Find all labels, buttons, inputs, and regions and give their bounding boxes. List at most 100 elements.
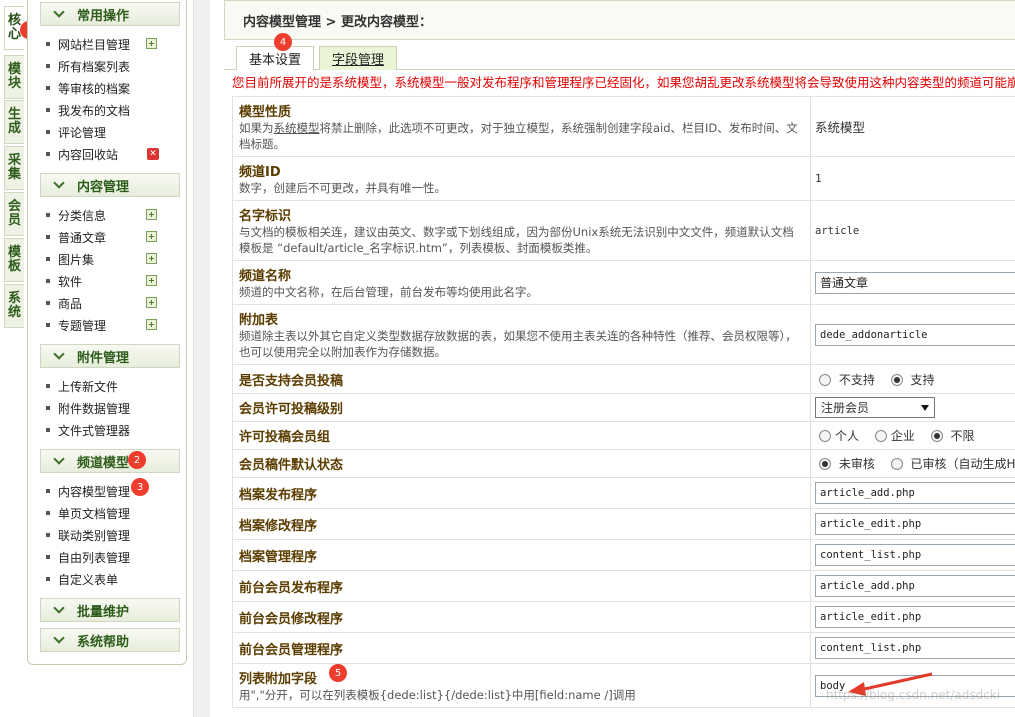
left-tab-members[interactable]: 会员: [4, 192, 24, 236]
field-description: 如果为系统模型将禁止删除，此选项不可更改，对于独立模型，系统强制创建字段aid、…: [239, 121, 798, 151]
menu-item-pending-archives[interactable]: 等审核的档案: [46, 78, 130, 98]
chevron-down-icon: [53, 6, 65, 18]
form-row-post-group: 许可投稿会员组 个人 企业 不限: [232, 421, 1015, 450]
form-row-model-type: 模型性质 如果为系统模型将禁止删除，此选项不可更改，对于独立模型，系统强制创建字…: [232, 96, 1015, 157]
front-add-input[interactable]: article_add.php: [815, 575, 1015, 597]
radio-option-reviewed[interactable]: 已审核（自动生成HT: [887, 457, 1015, 471]
channel-name-input[interactable]: 普通文章: [815, 271, 1015, 294]
radio-option-support[interactable]: 支持: [887, 373, 935, 387]
radio-button[interactable]: [819, 373, 831, 386]
edit-program-input[interactable]: article_edit.php: [815, 513, 1015, 535]
chevron-down-icon: [53, 602, 65, 614]
label-cell: 档案修改程序: [232, 508, 811, 540]
add-icon[interactable]: [146, 275, 157, 286]
chevron-down-icon: [53, 453, 65, 465]
label-cell: 会员稿件默认状态: [232, 449, 811, 478]
menu-group-common[interactable]: 常用操作: [40, 2, 180, 26]
chevron-down-icon: [53, 177, 65, 189]
menu-group-channel-models[interactable]: 频道模型: [40, 449, 180, 473]
bullet-icon: [46, 406, 50, 410]
menu-item-all-archives[interactable]: 所有档案列表: [46, 56, 130, 76]
form-row-front-manage: 前台会员管理程序 content_list.php: [232, 632, 1015, 664]
menu-item-free-lists[interactable]: 自由列表管理: [46, 547, 130, 567]
field-label: 附加表: [239, 313, 279, 328]
left-tab-system[interactable]: 系统: [4, 284, 24, 328]
left-tab-templates[interactable]: 模板: [4, 238, 24, 282]
left-tab-modules[interactable]: 模块: [4, 55, 24, 99]
add-icon[interactable]: [146, 253, 157, 264]
menu-item-image-sets[interactable]: 图片集: [46, 249, 94, 269]
menu-item-upload[interactable]: 上传新文件: [46, 376, 118, 396]
menu-group-content[interactable]: 内容管理: [40, 173, 180, 197]
menu-item-linked-categories[interactable]: 联动类别管理: [46, 525, 130, 545]
manage-program-input[interactable]: content_list.php: [815, 544, 1015, 566]
radio-option-unlimited[interactable]: 不限: [927, 429, 975, 443]
menu-group-batch[interactable]: 批量维护: [40, 598, 180, 622]
value-cell: 未审核 已审核（自动生成HT: [810, 449, 1015, 478]
form-row-default-status: 会员稿件默认状态 未审核 已审核（自动生成HT: [232, 449, 1015, 478]
menu-item-content-models[interactable]: 内容模型管理: [46, 481, 130, 501]
label-cell: 频道名称 频道的中文名称，在后台管理，前台发布等均使用此名字。: [232, 260, 811, 305]
menu-item-articles[interactable]: 普通文章: [46, 227, 106, 247]
form-row-channel-id: 频道ID 数字，创建后不可更改，并具有唯一性。 1: [232, 156, 1015, 201]
radio-button[interactable]: [890, 458, 903, 470]
value-cell: article_edit.php: [810, 508, 1015, 540]
bullet-icon: [46, 130, 50, 134]
add-icon[interactable]: [146, 38, 157, 49]
model-form-table: 模型性质 如果为系统模型将禁止删除，此选项不可更改，对于独立模型，系统强制创建字…: [232, 96, 1015, 708]
menu-item-custom-forms[interactable]: 自定义表单: [46, 569, 118, 589]
menu-item-products[interactable]: 商品: [46, 293, 82, 313]
addon-table-input[interactable]: dede_addonarticle: [815, 323, 1015, 346]
system-model-link[interactable]: 系统模型: [274, 121, 320, 135]
radio-button-selected[interactable]: [890, 373, 903, 386]
menu-item-file-manager[interactable]: 文件式管理器: [46, 420, 130, 440]
menu-item-topics[interactable]: 专题管理: [46, 315, 106, 335]
add-program-input[interactable]: article_add.php: [815, 482, 1015, 504]
radio-option-personal[interactable]: 个人: [815, 429, 859, 443]
trash-icon[interactable]: ✕: [147, 148, 159, 160]
menu-item-attachment-data[interactable]: 附件数据管理: [46, 398, 130, 418]
menu-item-column-manage[interactable]: 网站栏目管理: [46, 34, 130, 54]
radio-option-enterprise[interactable]: 企业: [871, 429, 915, 443]
bullet-icon: [46, 301, 50, 305]
field-description: 频道的中文名称，在后台管理，前台发布等均使用此名字。: [239, 285, 538, 299]
label-cell: 前台会员管理程序: [232, 632, 811, 664]
tab-field-management[interactable]: 字段管理: [319, 46, 397, 70]
field-description: 用","分开，可以在列表模板{dede:list}{/dede:list}中用[…: [239, 688, 636, 702]
step-badge-2: 2: [128, 451, 146, 469]
menu-item-my-docs[interactable]: 我发布的文档: [46, 100, 130, 120]
field-label: 档案修改程序: [239, 518, 318, 534]
radio-option-not-support[interactable]: 不支持: [815, 373, 875, 387]
menu-item-recycle-bin[interactable]: 内容回收站: [46, 144, 118, 164]
add-icon[interactable]: [146, 297, 157, 308]
menu-group-attachments[interactable]: 附件管理: [40, 344, 180, 368]
radio-option-unreviewed[interactable]: 未审核: [815, 457, 875, 471]
radio-button-selected[interactable]: [819, 458, 831, 470]
bullet-icon: [46, 213, 50, 217]
radio-button[interactable]: [819, 430, 831, 442]
front-edit-input[interactable]: article_edit.php: [815, 606, 1015, 628]
value-cell: article_add.php: [810, 570, 1015, 602]
bullet-icon: [46, 323, 50, 327]
radio-button[interactable]: [874, 430, 887, 442]
post-level-select[interactable]: 注册会员: [815, 397, 935, 418]
menu-item-single-pages[interactable]: 单页文档管理: [46, 503, 130, 523]
menu-item-classified[interactable]: 分类信息: [46, 205, 106, 225]
label-cell: 会员许可投稿级别: [232, 393, 811, 422]
left-tab-generate[interactable]: 生成: [4, 100, 24, 144]
tab-basic-settings[interactable]: 基本设置: [236, 46, 314, 70]
add-icon[interactable]: [146, 209, 157, 220]
menu-item-comments[interactable]: 评论管理: [46, 122, 106, 142]
add-icon[interactable]: [146, 319, 157, 330]
field-label: 前台会员发布程序: [239, 580, 344, 596]
menu-group-help[interactable]: 系统帮助: [40, 628, 180, 652]
menu-item-software[interactable]: 软件: [46, 271, 82, 291]
radio-button-selected[interactable]: [930, 430, 943, 442]
add-icon[interactable]: [146, 231, 157, 242]
step-badge-4: 4: [274, 33, 292, 51]
label-cell: 名字标识 与文档的模板相关连，建议由英文、数字或下划线组成，因为部份Unix系统…: [232, 200, 811, 261]
front-manage-input[interactable]: content_list.php: [815, 637, 1015, 659]
left-tab-collect[interactable]: 采集: [4, 146, 24, 190]
bullet-icon: [46, 384, 50, 388]
field-label: 档案管理程序: [239, 549, 318, 565]
